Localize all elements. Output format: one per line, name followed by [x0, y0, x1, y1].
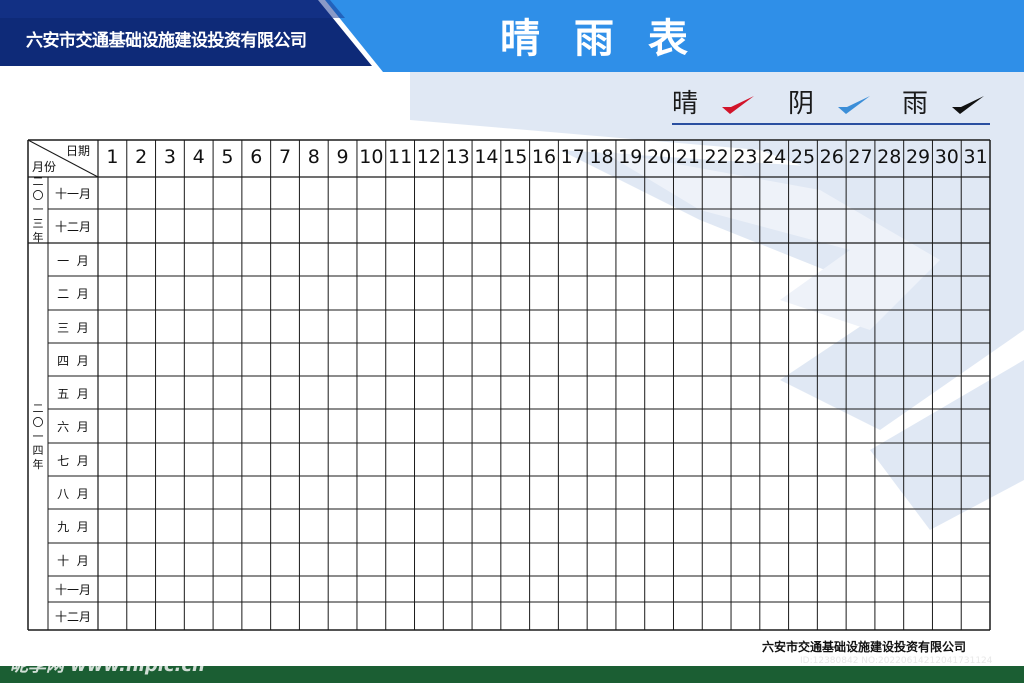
day-header: 11 — [388, 146, 413, 168]
day-header: 24 — [762, 146, 787, 168]
day-header: 21 — [675, 146, 700, 168]
month-label: 十二月 — [54, 610, 91, 624]
day-header: 18 — [589, 146, 614, 168]
watermark-id: ID:12380842 NO:20220614212041731124 — [800, 656, 993, 666]
month-label: 一 月 — [57, 253, 89, 268]
day-header: 8 — [307, 146, 320, 168]
day-header: 22 — [704, 146, 729, 168]
day-header: 29 — [905, 146, 931, 168]
day-header: 10 — [359, 146, 384, 168]
month-label: 十一月 — [54, 187, 91, 201]
watermark-logo: 昵享网 www.nipic.cn — [10, 655, 205, 676]
day-header: 1 — [106, 146, 119, 168]
weather-table-grid — [27, 139, 991, 631]
day-header: 20 — [646, 146, 672, 168]
day-header: 17 — [560, 146, 585, 168]
day-header: 28 — [877, 146, 902, 168]
month-label: 三 月 — [57, 320, 89, 335]
day-header: 13 — [445, 146, 470, 168]
month-label: 十二月 — [54, 220, 91, 234]
month-label: 十 月 — [57, 553, 89, 568]
year-label: 二〇一三年 — [32, 175, 44, 244]
day-header: 4 — [192, 146, 205, 168]
year-label: 二〇一四年 — [32, 401, 44, 471]
day-header: 9 — [336, 146, 349, 168]
month-label: 六 月 — [57, 420, 89, 434]
day-header: 27 — [848, 146, 873, 168]
month-label: 十一月 — [54, 583, 91, 597]
day-header: 5 — [221, 146, 234, 168]
day-header: 15 — [503, 146, 528, 168]
month-label: 九 月 — [57, 520, 89, 534]
day-header: 7 — [278, 146, 292, 168]
month-label: 八 月 — [57, 486, 89, 501]
day-header: 19 — [618, 146, 643, 168]
corner-date-label: 日期 — [66, 144, 91, 158]
day-header: 31 — [963, 146, 988, 168]
corner-month-label: 月份 — [32, 160, 57, 174]
day-header: 23 — [733, 146, 758, 168]
month-label: 七 月 — [57, 453, 89, 468]
day-header: 30 — [934, 146, 959, 168]
day-header: 14 — [474, 146, 499, 168]
day-header: 6 — [250, 146, 263, 168]
day-header: 2 — [135, 146, 148, 168]
month-label: 五 月 — [57, 386, 89, 401]
month-label: 四 月 — [57, 353, 89, 368]
day-header: 12 — [416, 146, 441, 168]
day-header: 3 — [163, 146, 176, 168]
month-label: 二 月 — [57, 287, 89, 301]
day-header: 16 — [531, 146, 557, 168]
day-header: 25 — [790, 146, 816, 168]
company-name-footer: 六安市交通基础设施建设投资有限公司 — [762, 640, 967, 654]
day-header: 26 — [819, 146, 844, 168]
